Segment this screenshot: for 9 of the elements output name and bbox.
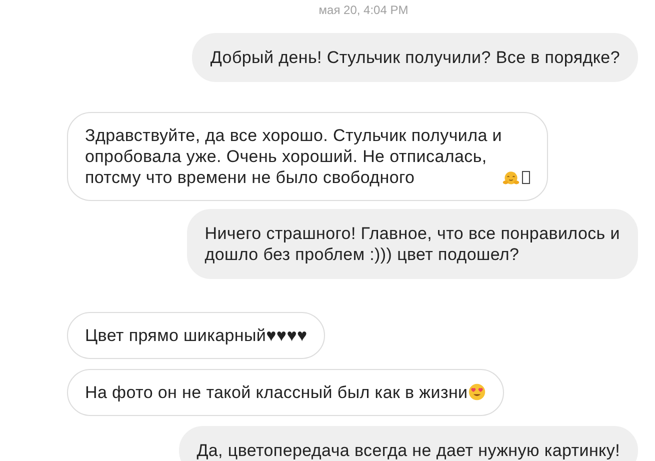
message-text: Здравствуйте, да все хорошо. Стульчик получила и опробовала уже. Очень хороший. Не отписалась, потсму что времени не было свободного — [85, 125, 502, 188]
message-text: Да, цветопередача всегда не дает нужную картинку! — [196, 440, 620, 461]
message-text: Цвет прямо шикарный♥♥♥♥ — [85, 325, 308, 346]
message-text: Добрый день! Стульчик получили? Все в порядке? — [210, 47, 620, 68]
message-text: Ничего страшного! Главное, что все понравилось и дошло без проблем :))) цвет подошел? — [204, 223, 620, 265]
message-text: На фото он не такой классный был как в жизни — [85, 382, 468, 403]
missing-glyph-icon — [522, 171, 530, 184]
heart-eyes-icon — [468, 383, 486, 401]
message-timestamp: мая 20, 4:04 PM — [318, 2, 408, 18]
